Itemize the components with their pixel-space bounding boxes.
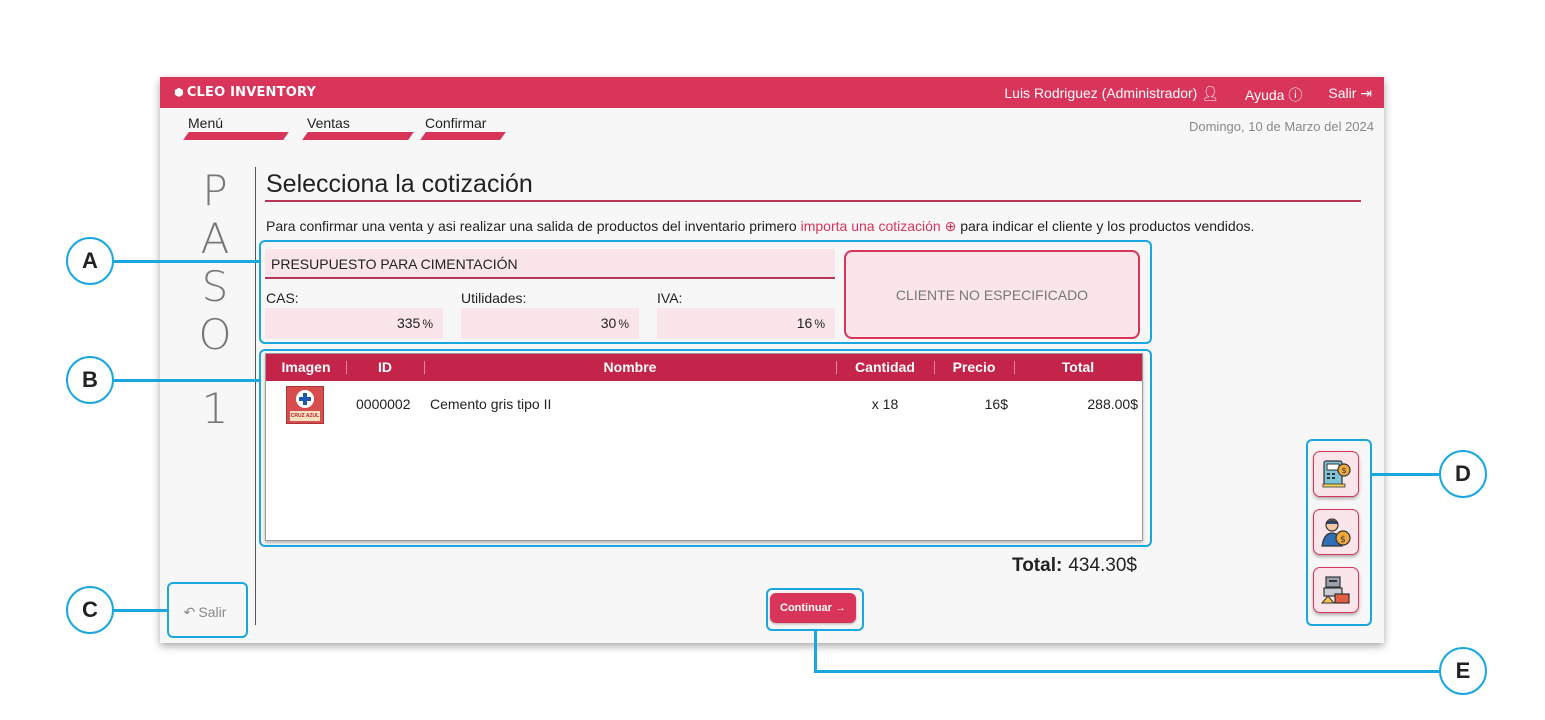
download-icon[interactable]: ⊕ bbox=[945, 218, 957, 234]
callout-line-e-horizontal bbox=[814, 670, 1439, 673]
callout-line-c bbox=[114, 609, 168, 612]
tab-menu[interactable]: Menú bbox=[183, 115, 289, 140]
page-title: Selecciona la cotización bbox=[266, 170, 533, 198]
breadcrumb: Menú Ventas Confirmar bbox=[182, 115, 562, 141]
import-quote-link[interactable]: importa una cotización bbox=[801, 218, 941, 234]
tab-underline bbox=[302, 132, 414, 140]
step-indicator: P A S O 1 bbox=[198, 166, 232, 433]
page-description: Para confirmar una venta y asi realizar … bbox=[266, 218, 1255, 234]
cube-icon: ⬢ bbox=[174, 86, 184, 99]
callout-a: A bbox=[66, 237, 114, 285]
callout-c: C bbox=[66, 586, 114, 634]
tab-confirmar[interactable]: Confirmar bbox=[420, 115, 506, 140]
title-underline bbox=[265, 200, 1361, 202]
tab-ventas[interactable]: Ventas bbox=[302, 115, 414, 140]
help-link[interactable]: Ayuda ⓘ bbox=[1245, 85, 1302, 105]
current-date: Domingo, 10 de Marzo del 2024 bbox=[1188, 119, 1374, 134]
callout-d: D bbox=[1439, 450, 1487, 498]
tab-underline bbox=[420, 132, 506, 140]
callout-b: B bbox=[66, 356, 114, 404]
brand-logo: ⬢ CLEO INVENTORY bbox=[174, 85, 317, 100]
grand-total: Total: 434.30$ bbox=[1012, 555, 1137, 576]
callout-line-a bbox=[114, 260, 260, 263]
question-icon: ⓘ bbox=[1288, 87, 1303, 103]
highlight-side-buttons bbox=[1306, 439, 1372, 626]
logout-link[interactable]: Salir ⇥ bbox=[1328, 85, 1372, 105]
logout-icon: ⇥ bbox=[1360, 85, 1372, 101]
highlight-exit-button bbox=[167, 582, 248, 638]
top-nav: Luis Rodriguez (Administrador) 👤︎ Ayuda … bbox=[1004, 85, 1372, 105]
callout-line-b bbox=[114, 379, 260, 382]
highlight-quote-section bbox=[259, 240, 1152, 344]
user-icon: 👤︎ bbox=[1201, 85, 1220, 101]
top-bar: ⬢ CLEO INVENTORY Luis Rodriguez (Administ… bbox=[160, 77, 1384, 108]
user-menu[interactable]: Luis Rodriguez (Administrador) 👤︎ bbox=[1004, 85, 1219, 105]
callout-line-d bbox=[1371, 473, 1439, 476]
highlight-products-table bbox=[259, 349, 1152, 547]
step-divider bbox=[255, 167, 256, 625]
callout-line-e-vertical bbox=[814, 630, 817, 672]
callout-e: E bbox=[1439, 647, 1487, 695]
highlight-continue-button bbox=[766, 588, 864, 631]
tab-underline bbox=[183, 132, 289, 140]
